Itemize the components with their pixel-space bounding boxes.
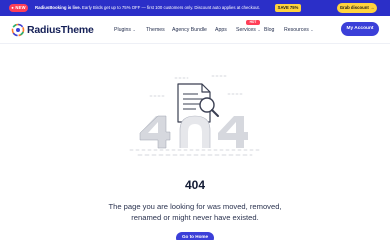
nav-themes[interactable]: Themes (146, 26, 165, 34)
nav-apps[interactable]: Apps (215, 26, 227, 34)
promo-bar: ● NEW RadiusBooking is live. Early Birds… (0, 0, 390, 16)
new-badge: ● NEW (9, 4, 28, 12)
promo-text-bold: RadiusBooking is live. (35, 5, 81, 10)
nav-plugins[interactable]: Plugins ⌄ (114, 26, 136, 34)
nav-agency-bundle[interactable]: Agency Bundle (172, 26, 207, 34)
promo-text-body: Early Birds get up to 75% OFF — first 10… (80, 5, 260, 10)
chevron-down-icon: ⌄ (310, 27, 314, 32)
404-illustration (129, 75, 261, 156)
promo-text: RadiusBooking is live. Early Birds get u… (35, 0, 260, 16)
digit-zero (179, 115, 211, 148)
nav-plugins-label: Plugins (114, 27, 132, 33)
chevron-down-icon: ⌄ (132, 27, 136, 32)
nav-resources-label: Resources (284, 27, 309, 33)
grab-discount-button[interactable]: Grab discount → (337, 3, 377, 13)
digit-four-right (218, 116, 248, 148)
nav-blog[interactable]: Blog (264, 26, 274, 34)
chevron-down-icon: ⌄ (257, 27, 261, 32)
discount-code[interactable]: SAVE 75% (275, 4, 301, 12)
error-code: 404 (184, 178, 206, 192)
brand-name[interactable]: RadiusTheme (27, 23, 94, 37)
my-account-button[interactable]: My Account (341, 22, 379, 36)
digit-four-left (139, 115, 171, 149)
error-message: The page you are looking for was moved, … (108, 202, 282, 222)
go-to-home-button[interactable]: Go to Home (176, 232, 214, 240)
site-header: RadiusTheme Plugins ⌄ Themes Agency Bundl… (0, 16, 390, 44)
nav-services[interactable]: Services ⌄ (236, 26, 261, 34)
nav-resources[interactable]: Resources ⌄ (284, 26, 314, 34)
nav-services-label: Services (236, 27, 256, 33)
hot-badge: HOT (246, 20, 260, 25)
radiustheme-logo-icon[interactable] (11, 23, 25, 37)
